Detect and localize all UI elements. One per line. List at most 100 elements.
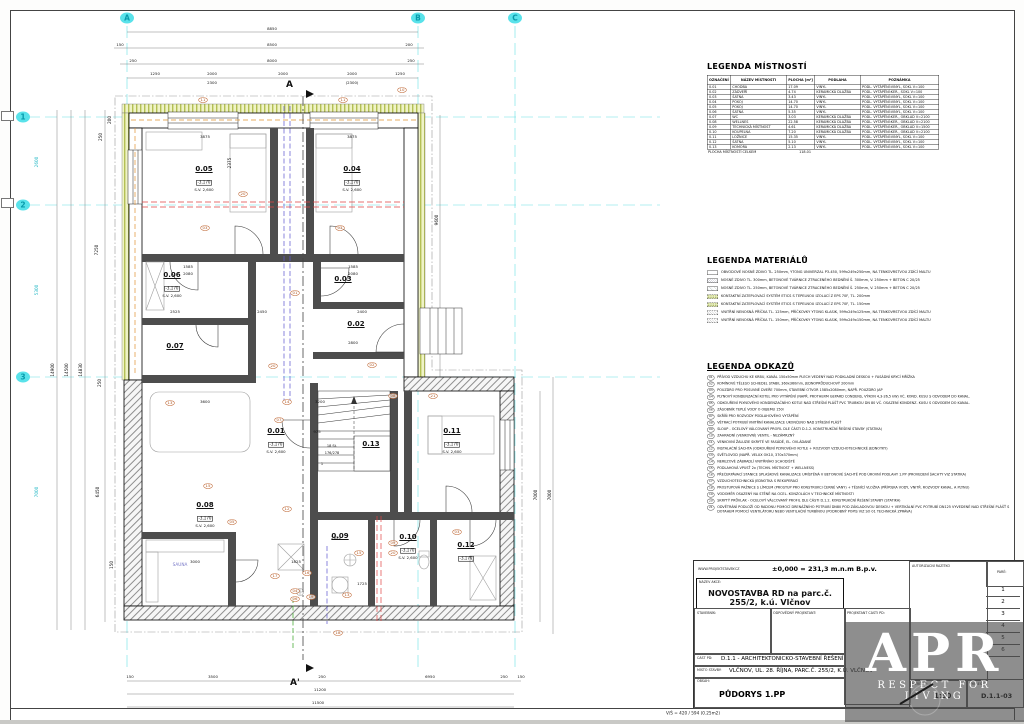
- dimension-label: 9600: [435, 215, 440, 226]
- pare-header-cell: PARÉ:: [986, 561, 1024, 587]
- ref-bubble: 20: [238, 191, 247, 197]
- legend-reference-item: 21 ODVĚTRÁNÍ PODLOŽÍ OD RADONU POMOCÍ DR…: [707, 505, 1017, 514]
- material-swatch: [707, 319, 718, 324]
- ref-bubble: 07: [274, 417, 283, 423]
- dimension-label: 7000: [35, 487, 40, 498]
- table-row: 0.11 LOŽNICE 15.35 VINYL PODL. VYTÁPĚNÍ:…: [707, 134, 939, 139]
- ref-bubble: 20: [268, 363, 277, 369]
- dimension-label: 8850: [267, 27, 277, 31]
- legend-material-item: VNITŘNÍ NENOSNÁ PŘÍČKA TL. 150mm, PŘÍČKO…: [707, 318, 1024, 323]
- ref-bubble: 03: [200, 225, 209, 231]
- legend-reference-item: 20 SKRYTÝ PRŮVLAK - OCELOVÝ VÁLCOVANÝ PR…: [707, 499, 1017, 505]
- dimension-label: 2000: [278, 72, 288, 76]
- room-label-0-12: 0.12 -3,170: [454, 542, 479, 566]
- reference-number: 13: [707, 453, 715, 459]
- reference-number: 07: [707, 414, 715, 420]
- dimension-label: 1585: [348, 265, 358, 269]
- dimension-label: 200: [405, 43, 412, 47]
- floor-plan-drawing: [0, 0, 690, 710]
- dimension-label: 200: [108, 116, 113, 124]
- table-row: 0.05 POKOJ 14.70 VINYL PODL. VYTÁPĚNÍ:VI…: [707, 104, 939, 109]
- floor-plan: A B C 1 2 3 A A' 8850 150 8500 200 250 8…: [0, 0, 690, 710]
- dimension-label: 1250: [395, 72, 405, 76]
- dimension-label: 3500: [208, 675, 218, 679]
- ref-bubble: 04: [290, 588, 299, 594]
- dimension-label: 8000: [267, 59, 277, 63]
- reference-number: 01: [707, 375, 715, 381]
- reference-number: 06: [707, 408, 715, 414]
- grid-col-b: B: [411, 13, 425, 24]
- dimension-label: 250: [98, 379, 103, 387]
- legend-reference-item: 18 PROSTUPOVÁ PAŽNICE S LÍMCEM (PROSTUP …: [707, 486, 1017, 492]
- entrance-steps: [420, 308, 462, 354]
- reference-number: 03: [707, 388, 715, 394]
- table-row: 0.10 KOUPELNA 7.20 KERAMICKÁ DLAŽBA PODL…: [707, 129, 939, 134]
- stair-riser-label: 176/278: [325, 451, 340, 455]
- obsah-cell: OBSAH: PŮDORYS 1.PP: [694, 677, 846, 708]
- ref-bubble: 19: [306, 594, 315, 600]
- dimension-label: 2300: [207, 81, 217, 85]
- ref-bubble: 21: [428, 393, 437, 399]
- dimension-label: 2525: [170, 310, 180, 314]
- ref-bubble: 08: [388, 393, 397, 399]
- dimension-label: 7000: [534, 490, 539, 501]
- col-header: NÁZEV MÍSTNOSTI: [731, 75, 787, 84]
- reference-number: 21: [707, 505, 715, 511]
- dimension-label: 250: [407, 59, 414, 63]
- legend-rooms-title: LEGENDA MÍSTNOSTÍ: [707, 62, 1017, 71]
- legend-reference-item: 01 PŘÍVOD VZDUCHU KE KRBU, KANÁL 150x50m…: [707, 375, 1017, 381]
- ref-bubble: 18: [333, 630, 342, 636]
- dimension-label: 2000: [347, 72, 357, 76]
- col-header: OZNAČENÍ: [707, 75, 730, 84]
- reference-number: 02: [707, 382, 715, 388]
- reference-number: 19: [707, 492, 715, 498]
- dimension-label: 5300: [35, 285, 40, 296]
- dimension-label: (2300): [346, 81, 359, 85]
- legend-material-item: KONTAKTNÍ ZATEPLOVACÍ SYSTÉM ETICS S TEP…: [707, 294, 1024, 299]
- reference-number: 20: [707, 499, 715, 505]
- dimension-label: 7250: [95, 245, 100, 256]
- table-row: 0.03 ŠATNA 3.43 VINYL PODL. VYTÁPĚNÍ:VIN…: [707, 94, 939, 99]
- legend-reference-item: 02 KOMÍNOVÉ TĚLESO SCHIEDEL STABIL 360x3…: [707, 382, 1017, 388]
- pare-number: 1: [986, 585, 1020, 597]
- col-header: PLOCHA [m²]: [786, 75, 814, 84]
- ref-bubble: 03: [452, 529, 461, 535]
- reference-number: 14: [707, 460, 715, 466]
- format-label: V/Š = 420 / 594 (0.25m2): [666, 711, 720, 716]
- dimension-label: 250: [500, 675, 507, 679]
- reference-number: 09: [707, 427, 715, 433]
- grid-col-a: A: [120, 13, 134, 24]
- material-swatch: [707, 295, 718, 300]
- material-swatch: [707, 279, 718, 284]
- dimension-label: 250: [99, 133, 104, 141]
- material-swatch: [707, 287, 718, 292]
- dimension-label: 150: [110, 561, 115, 569]
- room-label-0-10: 0.10 -3,170 S.V. 2,600: [390, 534, 425, 563]
- legend-reference-item: 03 POUZDRO PRO POSUVNÉ DVEŘE 700mm, STAV…: [707, 388, 1017, 394]
- legend-reference-item: 14 NEREZOVÉ ZÁBRADLÍ VNITŘNÍHO SCHODIŠTĚ: [707, 460, 1017, 466]
- legend-rooms: LEGENDA MÍSTNOSTÍ OZNAČENÍ NÁZEV MÍSTNOS…: [707, 62, 1017, 233]
- website-label: WWW.PROJEKTSTAVBY.CZ: [698, 567, 740, 571]
- dimension-label: 7000: [548, 490, 553, 501]
- legend-reference-item: 05 ODKOUŘENÍ PLYNOVÉHO KONDENZAČNÍHO KOT…: [707, 401, 1017, 407]
- col-header: POZNÁMKA: [860, 75, 939, 84]
- project-name-box: NÁZEV AKCE: NOVOSTAVBA RD na parc.č. 255…: [696, 578, 844, 609]
- material-swatch: [707, 271, 718, 276]
- grid-row-3: 3: [16, 372, 30, 383]
- dimension-label: 2450: [257, 310, 267, 314]
- legend-material-item: OBVODOVÉ NOSNÉ ZDIVO TL. 250mm, YTONG UN…: [707, 270, 1024, 275]
- ref-bubble: 13: [165, 400, 174, 406]
- grid-row-1: 1: [16, 112, 30, 123]
- dimension-label: 150: [116, 43, 123, 47]
- ref-bubble: 03: [335, 225, 344, 231]
- legend-material-item: NOSNÉ ZDIVO TL. 300mm, BETONOVÉ TVÁRNICE…: [707, 278, 1024, 283]
- ref-bubble: 15: [203, 483, 212, 489]
- legend-reference-item: 15 PODLAHOVÁ VPUSŤ 2x (TECHN. MÍSTNOST +…: [707, 466, 1017, 472]
- legend-references-title: LEGENDA ODKAZŮ: [707, 362, 1022, 371]
- reference-number: 16: [707, 473, 715, 479]
- ref-bubble: 16: [302, 570, 311, 576]
- room-label-0-09: 0.09: [331, 533, 348, 540]
- elevation-label: ±0,000 = 231,3 m.n.m B.p.v.: [772, 565, 877, 573]
- ref-bubble: 14: [282, 399, 291, 405]
- stavebnik-cell: STAVEBNÍK:: [694, 608, 772, 655]
